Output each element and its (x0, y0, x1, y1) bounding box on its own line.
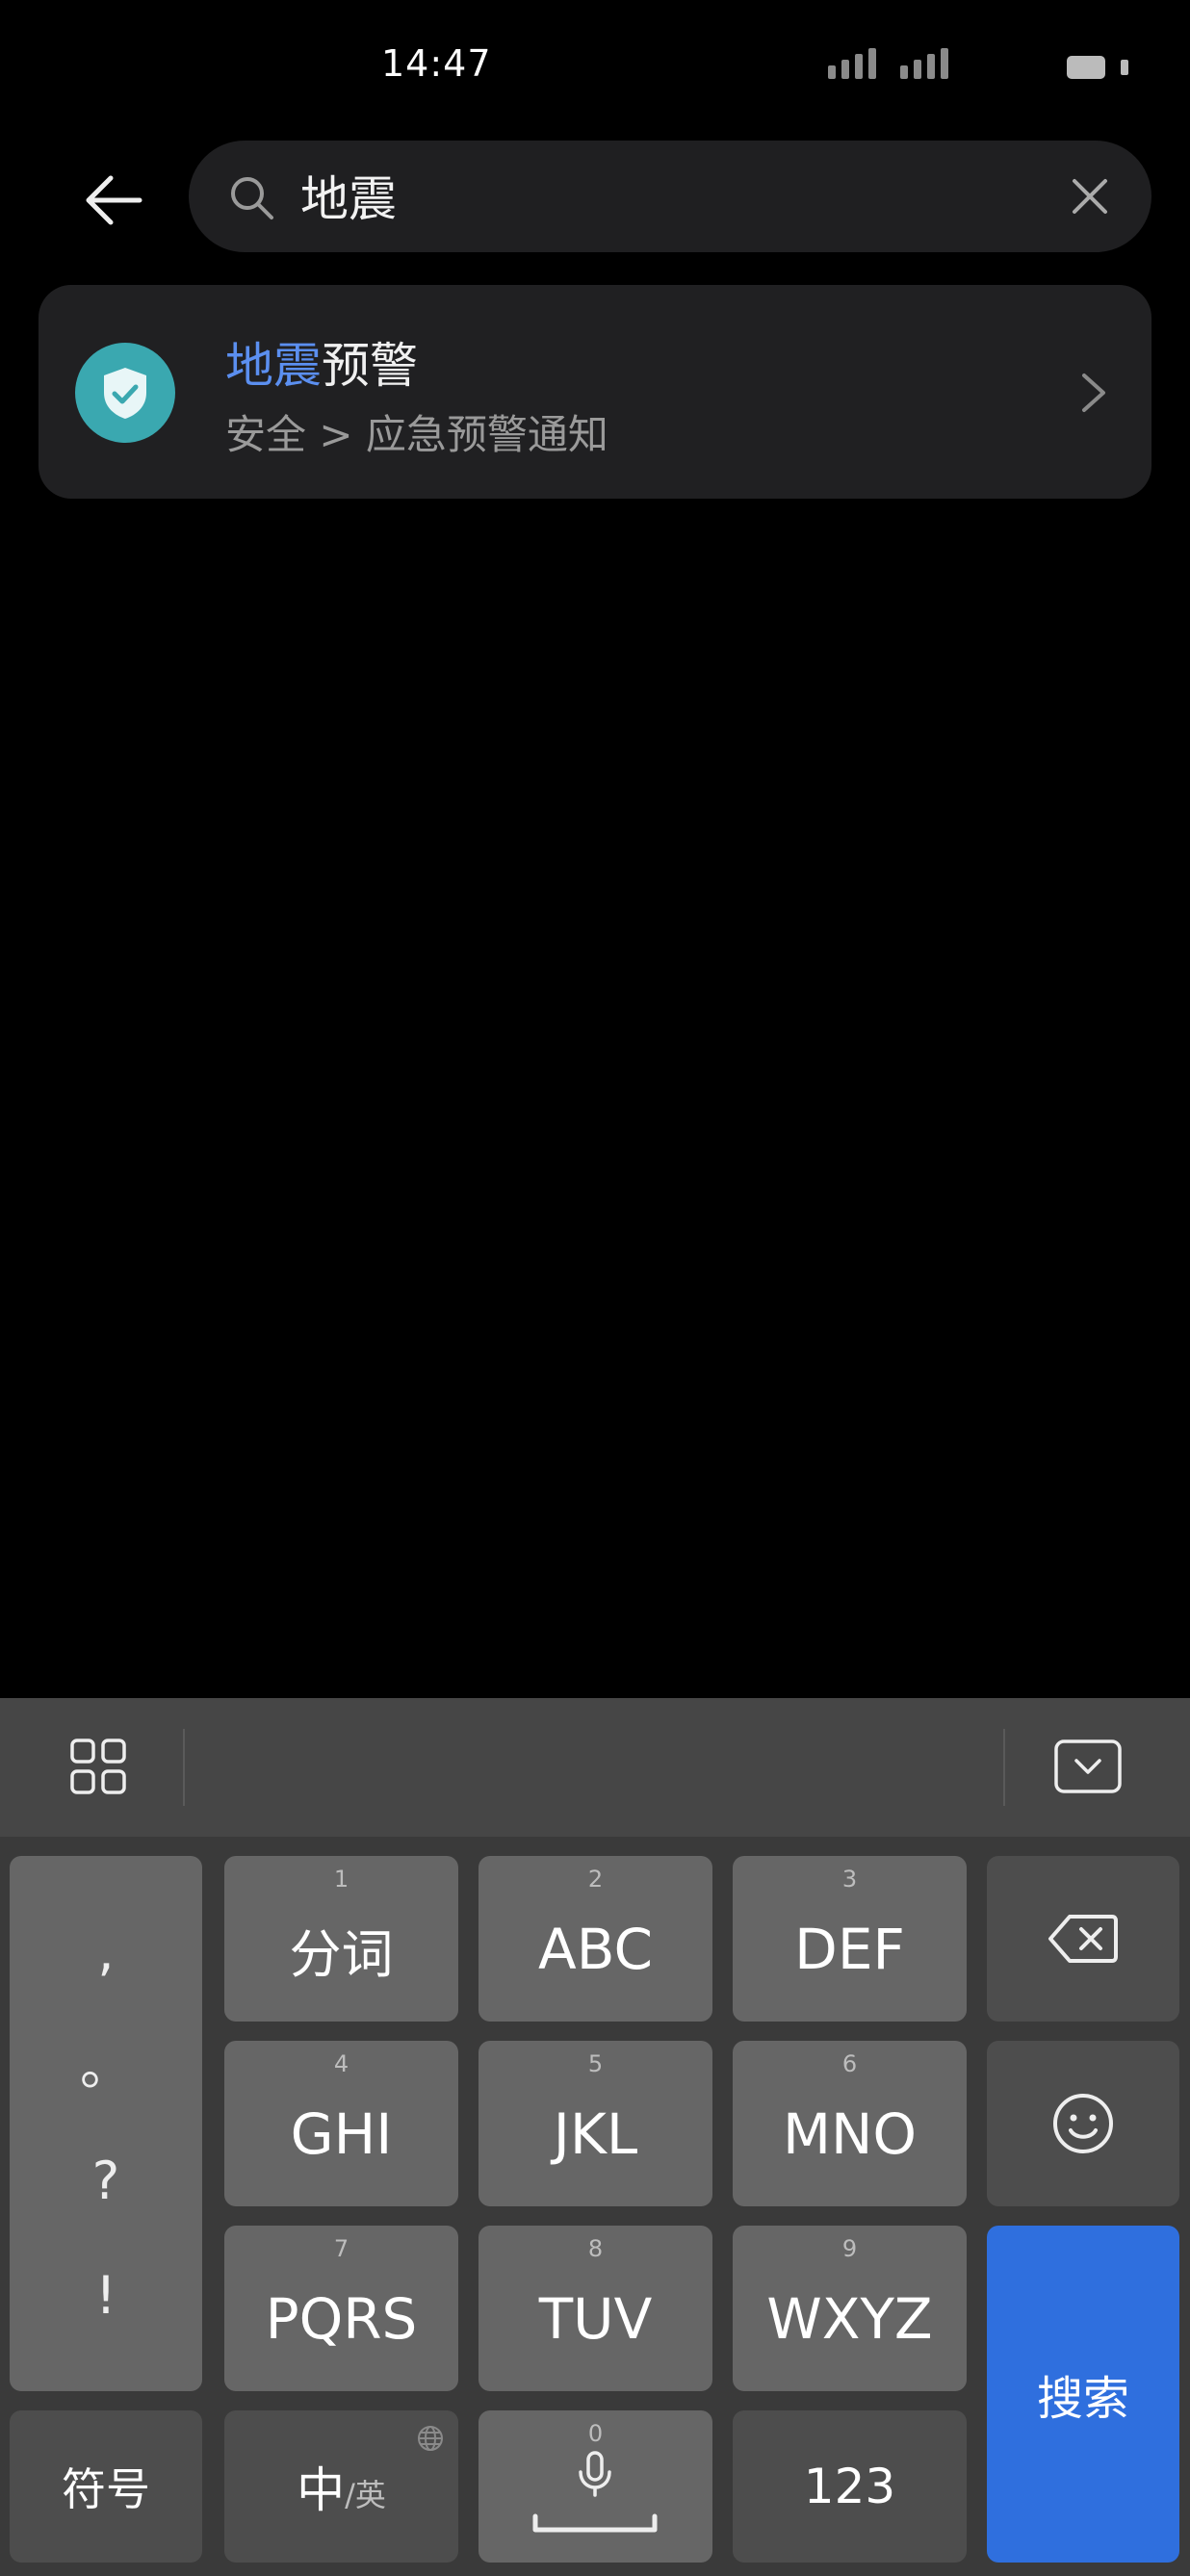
key-label: DEF (794, 1917, 905, 1982)
toolbar-divider (183, 1729, 185, 1806)
close-icon (1073, 179, 1107, 214)
back-arrow-icon (86, 175, 142, 225)
key-5[interactable]: 5 JKL (479, 2041, 712, 2206)
key-6[interactable]: 6 MNO (733, 2041, 967, 2206)
back-button[interactable] (67, 154, 160, 246)
key-number: 2 (587, 1866, 604, 1893)
key-number: 4 (333, 2050, 349, 2077)
clear-search-button[interactable] (1063, 169, 1117, 223)
shield-check-icon (75, 343, 175, 443)
keyboard-menu-grid-icon[interactable] (69, 1738, 127, 1795)
key-label: WXYZ (766, 2286, 933, 2352)
key-number: 9 (841, 2235, 858, 2262)
keyboard-toolbar (0, 1698, 1190, 1837)
space-bar-icon (532, 2513, 658, 2533)
punctuation-key[interactable]: , 。 ? ! (10, 1856, 202, 2391)
result-title: 地震预警 (225, 327, 418, 397)
key-number: 8 (587, 2235, 604, 2262)
key-4[interactable]: 4 GHI (224, 2041, 458, 2206)
key-2[interactable]: 2 ABC (479, 1856, 712, 2022)
emoji-key[interactable] (987, 2041, 1179, 2206)
language-switch-key[interactable]: 中/英 (224, 2410, 458, 2563)
numbers-key[interactable]: 123 (733, 2410, 967, 2563)
backspace-key[interactable] (987, 1856, 1179, 2022)
search-result-item[interactable] (39, 285, 1151, 499)
toolbar-divider (1003, 1729, 1005, 1806)
key-label: MNO (782, 2101, 918, 2167)
key-1[interactable]: 1 分词 (224, 1856, 458, 2022)
key-label: GHI (290, 2101, 393, 2167)
key-label: PQRS (265, 2286, 418, 2352)
key-3[interactable]: 3 DEF (733, 1856, 967, 2022)
result-title-highlight: 地震 (225, 338, 322, 394)
symbols-key[interactable]: 符号 (10, 2410, 202, 2563)
result-title-rest: 预警 (322, 338, 418, 394)
zh-label: 中 (297, 2462, 346, 2518)
battery-icon (1067, 56, 1105, 79)
key-number: 6 (841, 2050, 858, 2077)
key-number: 3 (841, 1866, 858, 1893)
key-number: 5 (587, 2050, 604, 2077)
key-label: JKL (553, 2101, 638, 2167)
key-label: ABC (538, 1917, 653, 1982)
backspace-icon (1048, 1915, 1118, 1963)
hide-keyboard-icon[interactable] (1053, 1739, 1123, 1794)
key-number: 1 (333, 1866, 349, 1893)
punct-question[interactable]: ? (92, 2154, 120, 2207)
key-9[interactable]: 9 WXYZ (733, 2226, 967, 2391)
en-label: /英 (345, 2477, 386, 2513)
key-8[interactable]: 8 TUV (479, 2226, 712, 2391)
search-input[interactable] (300, 162, 1032, 229)
key-label: TUV (538, 2286, 653, 2352)
space-key[interactable]: 0 (479, 2410, 712, 2563)
search-icon (231, 177, 273, 219)
punct-period[interactable]: 。 (80, 2040, 132, 2093)
key-number: 7 (333, 2235, 349, 2262)
emoji-icon (1053, 2094, 1113, 2153)
search-key[interactable]: 搜索 (987, 2226, 1179, 2563)
key-number: 0 (587, 2420, 604, 2447)
status-time: 14:47 (381, 42, 492, 85)
key-label: 分词 (289, 1923, 394, 1985)
chevron-right-icon (1082, 374, 1105, 412)
key-7[interactable]: 7 PQRS (224, 2226, 458, 2391)
globe-icon (418, 2426, 443, 2451)
punct-comma[interactable]: , (97, 1925, 114, 1978)
microphone-icon (579, 2451, 611, 2497)
battery-tip (1121, 60, 1128, 75)
result-path: 安全 > 应急预警通知 (225, 411, 608, 458)
punct-exclamation[interactable]: ! (95, 2269, 116, 2322)
